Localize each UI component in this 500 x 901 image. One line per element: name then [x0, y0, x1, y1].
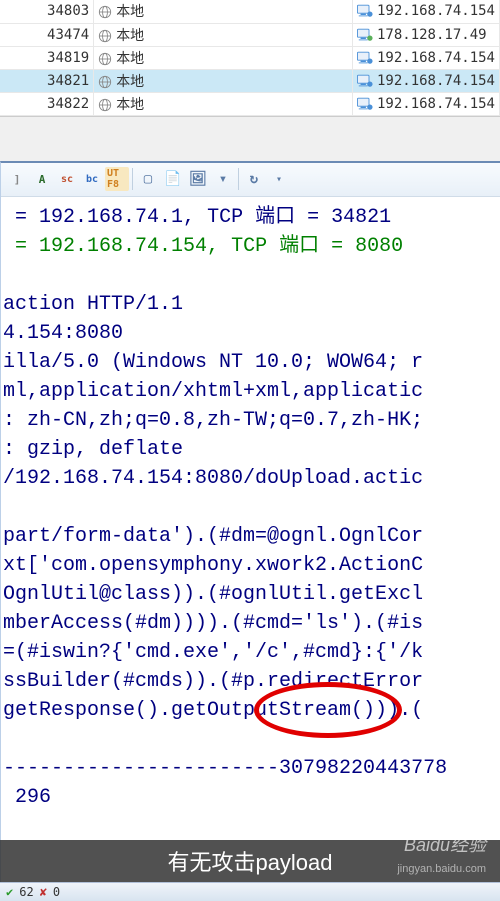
toolbar-separator — [132, 168, 133, 190]
status-bar: ✔ 62 ✘ 0 — [0, 882, 500, 901]
monitor-icon — [357, 74, 373, 88]
table-row[interactable]: 34819 本地 192.168.74.154 — [0, 46, 500, 69]
connections-table[interactable]: 34803 本地 192.168.74.154 43474 本地 178.128.17.4… — [0, 0, 500, 116]
ip-label: 192.168.74.154 — [377, 96, 495, 112]
doc-icon[interactable]: 📄 — [161, 167, 185, 191]
ip-cell: 178.128.17.49 — [352, 23, 499, 46]
dropdown-icon[interactable]: ▾ — [211, 167, 235, 191]
src-ip: 192.168.74.1 — [39, 206, 183, 229]
box-icon[interactable]: ▢ — [136, 167, 160, 191]
packet-panel: ] A sc bc UT F8 ▢ 📄 🖼 ▾ ↻ ▾ = 192.168.74… — [0, 161, 500, 901]
monitor-icon — [357, 97, 373, 111]
ip-cell: 192.168.74.154 — [352, 92, 499, 115]
encoding-bc-button[interactable]: bc — [80, 167, 104, 191]
monitor-icon — [357, 4, 373, 18]
globe-icon — [98, 29, 112, 43]
subtitle-overlay: 有无攻击payload — [0, 840, 500, 882]
ip-label: 192.168.74.154 — [377, 50, 495, 66]
globe-icon — [98, 75, 112, 89]
port-cell: 34819 — [0, 46, 94, 69]
packet-content[interactable]: = 192.168.74.1, TCP 端口 = 34821 = 192.168… — [1, 197, 500, 818]
table-row[interactable]: 34803 本地 192.168.74.154 — [0, 0, 500, 23]
host-cell: 本地 — [94, 0, 353, 23]
ip-cell: 192.168.74.154 — [352, 0, 499, 23]
refresh-icon[interactable]: ↻ — [242, 167, 266, 191]
err-count: 0 — [53, 885, 60, 899]
table-row[interactable]: 34821 本地 192.168.74.154 — [0, 69, 500, 92]
encoding-utf8-button[interactable]: UT F8 — [105, 167, 129, 191]
bracket-button[interactable]: ] — [5, 167, 29, 191]
host-cell: 本地 — [94, 69, 353, 92]
ip-label: 178.128.17.49 — [377, 27, 487, 43]
ip-label: 192.168.74.154 — [377, 3, 495, 19]
toolbar-separator-2 — [238, 168, 239, 190]
table-row[interactable]: 34822 本地 192.168.74.154 — [0, 92, 500, 115]
src-port: 34821 — [331, 206, 391, 229]
port-cell: 34821 — [0, 69, 94, 92]
http-payload: action HTTP/1.1 4.154:8080 illa/5.0 (Win… — [3, 261, 498, 812]
img-icon[interactable]: 🖼 — [186, 167, 210, 191]
panel-gap — [0, 116, 500, 161]
globe-icon — [98, 5, 112, 19]
encoding-sc-button[interactable]: sc — [55, 167, 79, 191]
host-label: 本地 — [116, 4, 144, 20]
dst-port: 8080 — [355, 235, 403, 258]
globe-icon — [98, 98, 112, 112]
table-row[interactable]: 43474 本地 178.128.17.49 — [0, 23, 500, 46]
ip-cell: 192.168.74.154 — [352, 69, 499, 92]
host-cell: 本地 — [94, 46, 353, 69]
port-cell: 34822 — [0, 92, 94, 115]
host-label: 本地 — [116, 28, 144, 44]
host-cell: 本地 — [94, 23, 353, 46]
host-label: 本地 — [116, 74, 144, 90]
dropdown-icon-2[interactable]: ▾ — [267, 167, 291, 191]
host-label: 本地 — [116, 97, 144, 113]
check-icon: ✔ — [6, 885, 13, 899]
port-cell: 43474 — [0, 23, 94, 46]
error-icon: ✘ — [40, 885, 47, 899]
subtitle-text: 有无攻击payload — [167, 845, 332, 877]
monitor-icon — [357, 51, 373, 65]
monitor-icon — [357, 28, 373, 42]
port-cell: 34803 — [0, 0, 94, 23]
globe-icon — [98, 52, 112, 66]
panel-toolbar: ] A sc bc UT F8 ▢ 📄 🖼 ▾ ↻ ▾ — [1, 163, 500, 197]
src-port-label: TCP 端口 — [207, 206, 295, 229]
ip-cell: 192.168.74.154 — [352, 46, 499, 69]
host-cell: 本地 — [94, 92, 353, 115]
ok-count: 62 — [19, 885, 33, 899]
encoding-a-button[interactable]: A — [30, 167, 54, 191]
ip-label: 192.168.74.154 — [377, 73, 495, 89]
dst-port-label: TCP 端口 — [231, 235, 319, 258]
dst-ip: 192.168.74.154 — [39, 235, 207, 258]
host-label: 本地 — [116, 51, 144, 67]
